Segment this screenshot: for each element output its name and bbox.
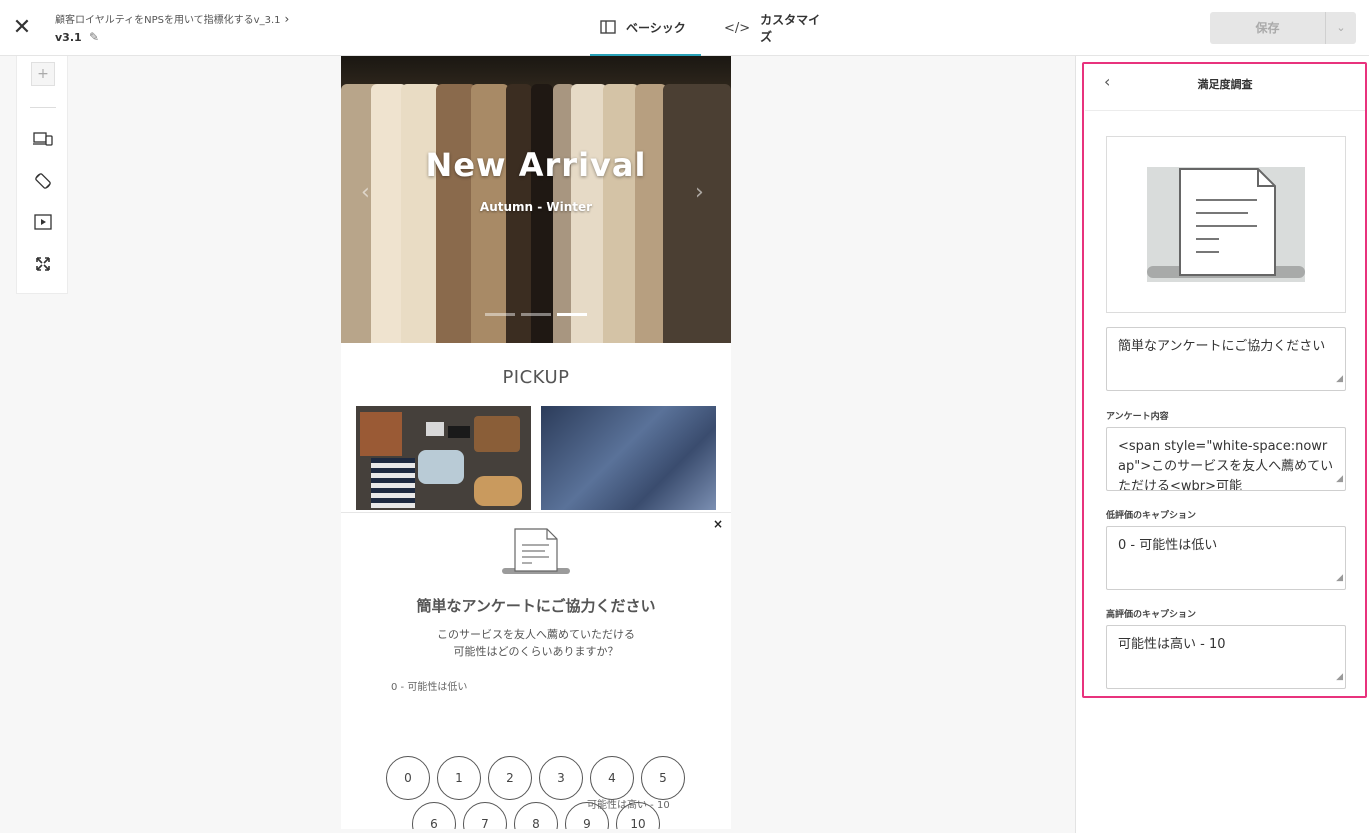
tab-customize[interactable]: </> カスタマイズ <box>714 0 834 56</box>
top-bar: ✕ 顧客ロイヤルティをNPSを用いて指標化するv_3.1 › v3.1 ✎ ベーシ… <box>0 0 1369 56</box>
popup-question-line1: このサービスを友人へ薦めていただける <box>437 628 635 641</box>
survey-title-value: 簡単なアンケートにご協力ください <box>1118 339 1326 354</box>
popup-title: 簡単なアンケートにご協力ください <box>416 597 656 615</box>
slider-indicators <box>485 313 587 316</box>
low-score-caption: 0 - 可能性は低い <box>391 682 468 693</box>
device-icon[interactable] <box>30 130 56 154</box>
chevron-right-icon: › <box>284 12 290 26</box>
tab-customize-label: カスタマイズ <box>760 13 821 44</box>
pencil-icon[interactable]: ✎ <box>89 30 99 44</box>
low-caption-field[interactable]: 0 - 可能性は低い ◢ <box>1106 526 1346 590</box>
nps-score-button[interactable]: 8 <box>514 802 558 829</box>
resize-handle-icon[interactable]: ◢ <box>1336 568 1343 588</box>
pickup-image-denim[interactable] <box>541 406 716 510</box>
low-caption-value: 0 - 可能性は低い <box>1118 538 1218 553</box>
toolbar-divider <box>30 107 56 108</box>
slider-dot[interactable] <box>521 313 551 316</box>
nps-survey-popup: × 簡単なアンケートにご協力ください このサービスを友人へ薦めていただける 可能… <box>341 512 731 829</box>
rotate-icon[interactable] <box>30 171 56 195</box>
save-button[interactable]: 保存 <box>1210 12 1325 44</box>
fullscreen-icon[interactable] <box>30 255 56 279</box>
content-label: アンケート内容 <box>1106 412 1169 422</box>
survey-image-picker[interactable] <box>1106 136 1346 313</box>
popup-close-icon[interactable]: × <box>713 517 723 531</box>
survey-content-value: <span style="white-space:nowrap">このサービスを… <box>1118 439 1334 491</box>
nps-score-button[interactable]: 1 <box>437 756 481 800</box>
close-icon[interactable]: ✕ <box>10 16 34 40</box>
tab-basic[interactable]: ベーシック <box>590 0 701 56</box>
high-caption-value: 可能性は高い - 10 <box>1118 637 1226 652</box>
nps-score-button[interactable]: 4 <box>590 756 634 800</box>
survey-title-field[interactable]: 簡単なアンケートにご協力ください ◢ <box>1106 327 1346 391</box>
resize-handle-icon[interactable]: ◢ <box>1336 369 1343 389</box>
slider-dot-active[interactable] <box>557 313 587 316</box>
popup-question: このサービスを友人へ薦めていただける 可能性はどのくらいありますか？ <box>341 626 731 660</box>
high-caption-label: 高評価のキャプション <box>1106 610 1197 620</box>
add-icon[interactable]: + <box>31 62 55 86</box>
hero-title: New Arrival <box>425 146 647 184</box>
nps-score-button[interactable]: 5 <box>641 756 685 800</box>
pickup-heading: PICKUP <box>502 367 570 388</box>
breadcrumb[interactable]: 顧客ロイヤルティをNPSを用いて指標化するv_3.1 › <box>55 11 289 26</box>
low-caption-label: 低評価のキャプション <box>1106 511 1197 521</box>
hero-slider[interactable]: New Arrival Autumn - Winter ‹ › <box>341 56 731 343</box>
nps-score-button[interactable]: 2 <box>488 756 532 800</box>
breadcrumb-title[interactable]: 顧客ロイヤルティをNPSを用いて指標化するv_3.1 <box>55 15 280 26</box>
nps-score-button[interactable]: 3 <box>539 756 583 800</box>
left-toolbar: + <box>16 56 68 294</box>
layout-icon <box>600 20 616 34</box>
chevron-left-icon[interactable]: ‹ <box>361 180 370 205</box>
chevron-right-icon[interactable]: › <box>695 180 704 205</box>
high-caption-field[interactable]: 可能性は高い - 10 ◢ <box>1106 625 1346 689</box>
survey-image-preview <box>1147 167 1305 282</box>
pickup-image-flatlay[interactable] <box>356 406 531 510</box>
resize-handle-icon[interactable]: ◢ <box>1336 667 1343 687</box>
survey-content-field[interactable]: <span style="white-space:nowrap">このサービスを… <box>1106 427 1346 491</box>
document-icon <box>1147 168 1305 278</box>
site-preview: New Arrival Autumn - Winter ‹ › PICKUP × <box>341 56 731 829</box>
panel-title: 満足度調査 <box>1197 78 1253 91</box>
save-dropdown-button[interactable]: ⌄ <box>1325 12 1356 44</box>
preview-play-icon[interactable] <box>30 213 56 237</box>
popup-question-line2: 可能性はどのくらいありますか？ <box>453 645 619 658</box>
nps-score-button[interactable]: 6 <box>412 802 456 829</box>
chevron-down-icon: ⌄ <box>1336 21 1346 34</box>
nps-score-button[interactable]: 7 <box>463 802 507 829</box>
code-icon: </> <box>724 20 751 36</box>
slider-dot[interactable] <box>485 313 515 316</box>
hero-subtitle: Autumn - Winter <box>479 200 593 214</box>
tab-basic-label: ベーシック <box>626 20 686 35</box>
document-icon <box>502 528 570 574</box>
version-label: v3.1 <box>55 31 82 44</box>
nps-score-button[interactable]: 0 <box>386 756 430 800</box>
resize-handle-icon[interactable]: ◢ <box>1336 469 1343 489</box>
high-score-caption: 可能性は高い - 10 <box>587 800 670 811</box>
panel-header-divider <box>1085 110 1365 111</box>
